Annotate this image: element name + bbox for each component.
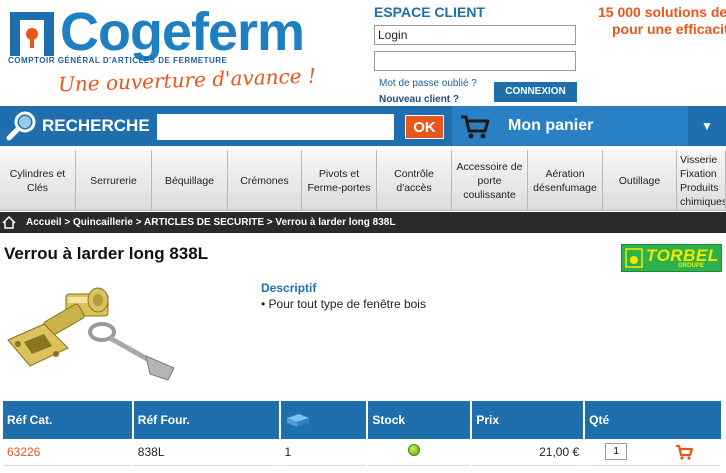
search-ok-button[interactable]: OK [405,115,444,139]
nav-item-cylindres[interactable]: Cylindres et Clés [0,150,76,211]
site-logo[interactable]: Cogeferm COMPTOIR GÉNÉRAL D'ARTICLES DE … [8,2,338,104]
nav-item-bequillage[interactable]: Béquillage [152,150,228,211]
table-header-row: Réf Cat. Réf Four. Stock Prix Qté [3,401,721,439]
product-image[interactable] [6,282,182,386]
promo-line-2: pour une efficacit [612,21,726,37]
description-title: Descriptif [261,281,317,295]
cart-icon [461,115,490,139]
nav-item-outillage[interactable]: Outillage [603,150,677,211]
home-icon[interactable] [2,216,16,229]
client-area-title: ESPACE CLIENT [374,4,485,20]
table-row: 63226 838L 1 21,00 € [3,439,722,466]
cell-prix: 21,00 € [471,439,586,466]
client-links: Mot de passe oublié ? Nouveau client ? [379,76,477,108]
add-to-cart-icon[interactable] [675,444,694,460]
connexion-button[interactable]: CONNEXION [494,82,577,102]
search-bar: RECHERCHE OK Mon panier ▼ [0,106,726,146]
col-prix: Prix [471,401,586,439]
nav-item-aeration[interactable]: Aération désenfumage [528,150,603,211]
cell-pack: 1 [279,439,369,466]
col-ref-cat: Réf Cat. [3,401,134,439]
brand-logo: TORBEL GROUPE [621,244,722,272]
password-input[interactable] [374,51,576,71]
description-line: • Pour tout type de fenêtre bois [261,297,426,311]
promo-banner: 15 000 solutions de pour une efficacit [598,4,726,38]
category-nav: Cylindres et Clés Serrurerie Béquillage … [0,150,726,211]
cart-dropdown-icon[interactable]: ▼ [688,106,726,146]
cell-stock [367,439,473,466]
search-label: RECHERCHE [42,116,150,135]
nav-item-porte-coulissante[interactable]: Accessoire de porte coulissante [452,150,528,211]
door-logo-icon [10,12,54,56]
stock-status-icon [408,444,421,457]
col-ref-four: Réf Four. [132,401,281,439]
product-table: Réf Cat. Réf Four. Stock Prix Qté 63226 … [3,401,722,466]
search-icon [6,111,36,141]
logo-slogan: Une ouverture d'avance ! [57,63,317,97]
nav-item-cremones[interactable]: Crémones [228,150,302,211]
col-qte: Qté [584,401,721,439]
nav-item-pivots[interactable]: Pivots et Ferme-portes [302,150,377,211]
pack-icon [286,413,309,427]
login-input[interactable] [374,25,576,45]
cart-button[interactable]: Mon panier ▼ [452,106,726,146]
cell-ref-cat[interactable]: 63226 [3,439,134,466]
promo-line-1: 15 000 solutions de [598,4,726,20]
search-input[interactable] [157,114,394,140]
breadcrumb: Accueil > Quincaillerie > ARTICLES DE SE… [0,212,726,233]
quantity-input[interactable] [605,443,628,461]
nav-item-controle-acces[interactable]: Contrôle d'accès [377,150,452,211]
ref-cat-link[interactable]: 63226 [7,445,40,459]
cell-ref-four: 838L [132,439,281,466]
logo-text: Cogeferm [60,2,305,62]
product-title: Verrou à larder long 838L [4,244,209,263]
nav-item-visserie[interactable]: Visserie Fixation Produits chimiques [677,150,726,211]
brand-mark-icon [625,248,643,268]
brand-sub: GROUPE [678,263,705,269]
cell-qte [584,439,722,466]
col-pack [279,401,369,439]
cart-label: Mon panier [508,117,594,134]
col-stock: Stock [367,401,473,439]
logo-subtitle: COMPTOIR GÉNÉRAL D'ARTICLES DE FERMETURE [8,56,228,65]
client-area: ESPACE CLIENT Mot de passe oublié ? Nouv… [374,4,584,105]
breadcrumb-text[interactable]: Accueil > Quincaillerie > ARTICLES DE SE… [26,217,395,228]
nav-item-serrurerie[interactable]: Serrurerie [76,150,152,211]
forgot-password-link[interactable]: Mot de passe oublié ? [379,76,477,92]
